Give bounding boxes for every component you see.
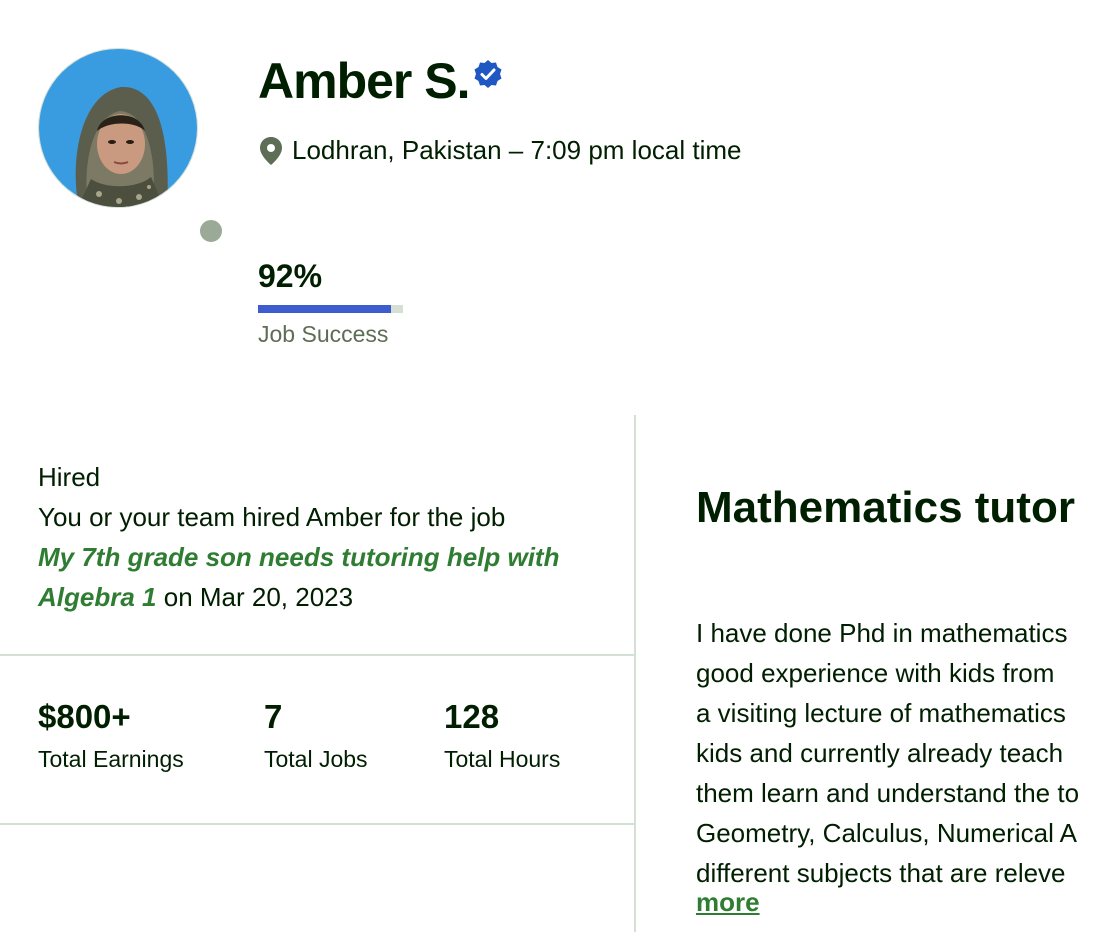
stat-value: $800+: [38, 698, 131, 735]
avatar-container: [38, 48, 226, 246]
stat-label: Total Hours: [444, 746, 561, 772]
stat-total-earnings: $800+ Total Earnings: [38, 698, 184, 773]
job-success-bar: [258, 305, 403, 313]
bio-line: a visiting lecture of mathematics: [696, 698, 1066, 728]
status-dot-icon: [196, 216, 226, 246]
job-success-label: Job Success: [258, 321, 389, 347]
profile-bio: I have done Phd in mathematics good expe…: [696, 613, 1110, 893]
location-text: Lodhran, Pakistan – 7:09 pm local time: [292, 135, 742, 165]
bio-line: good experience with kids from: [696, 658, 1055, 688]
section-divider: [0, 823, 636, 825]
stat-total-hours: 128 Total Hours: [444, 698, 560, 773]
stat-label: Total Jobs: [264, 746, 368, 772]
avatar[interactable]: [38, 48, 198, 208]
location-row: Lodhran, Pakistan – 7:09 pm local time: [258, 135, 741, 166]
stat-total-jobs: 7 Total Jobs: [264, 698, 368, 773]
profile-title: Mathematics tutor: [696, 483, 1075, 532]
hired-description: You or your team hired Amber for the job: [38, 502, 506, 532]
stat-label: Total Earnings: [38, 746, 184, 772]
hired-job-line: My 7th grade son needs tutoring help wit…: [38, 537, 598, 617]
job-success-value: 92%: [258, 258, 323, 294]
stat-value: 7: [264, 698, 283, 735]
bio-line: kids and currently already teach: [696, 738, 1064, 768]
profile-name: Amber S.: [258, 53, 471, 109]
right-column: Mathematics tutor I have done Phd in mat…: [696, 415, 1110, 932]
job-success-bar-fill: [258, 305, 392, 313]
bio-line: I have done Phd in mathematics: [696, 618, 1068, 648]
map-pin-icon: [258, 136, 284, 166]
hired-title: Hired: [38, 462, 101, 492]
bio-line: them learn and understand the to: [696, 778, 1080, 808]
job-success-widget: 92% Job Success: [258, 258, 408, 348]
hired-section: Hired You or your team hired Amber for t…: [38, 457, 598, 617]
hired-date: on Mar 20, 2023: [163, 582, 354, 612]
stat-value: 128: [444, 698, 500, 735]
verified-badge-icon[interactable]: [472, 58, 504, 90]
profile-photo: [39, 49, 197, 207]
more-link[interactable]: more: [696, 887, 760, 918]
section-divider: [0, 654, 636, 656]
bio-line: Geometry, Calculus, Numerical A: [696, 818, 1077, 848]
left-column: Hired You or your team hired Amber for t…: [0, 415, 636, 932]
